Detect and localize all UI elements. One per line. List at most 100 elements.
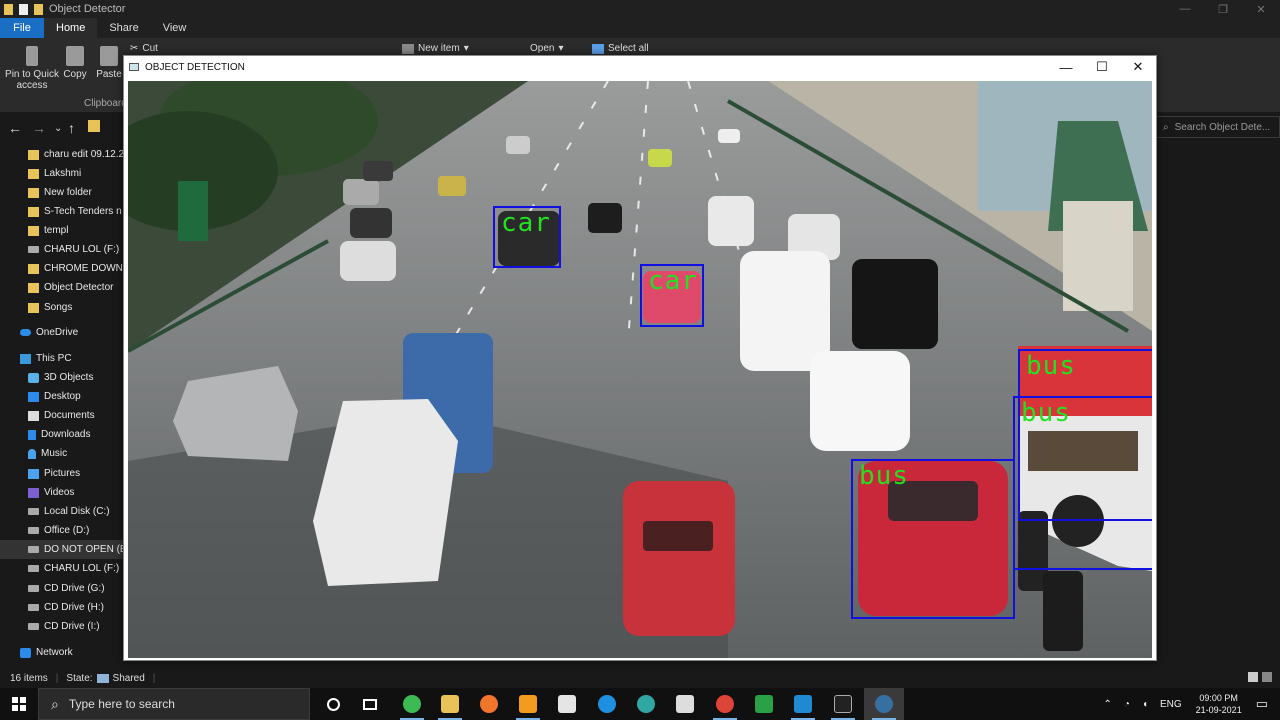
folder-icon bbox=[4, 3, 13, 15]
system-tray: ⌃ ◔ ◖ ENG 09:00 PM 21-09-2021 ▭ bbox=[1098, 688, 1280, 720]
tab-view[interactable]: View bbox=[151, 18, 199, 38]
nav-item[interactable]: Object Detector bbox=[0, 278, 124, 297]
view-toggle[interactable] bbox=[1248, 672, 1272, 682]
internet-explorer-icon[interactable] bbox=[587, 688, 627, 720]
this-pc-icon bbox=[20, 353, 31, 364]
cd-drive-icon bbox=[28, 623, 39, 630]
python-icon[interactable] bbox=[864, 688, 904, 720]
google-meet-icon[interactable] bbox=[744, 688, 784, 720]
new-folder-icon[interactable] bbox=[34, 3, 43, 15]
nav-item-label: DO NOT OPEN (E:) bbox=[44, 544, 124, 555]
folder-icon bbox=[28, 263, 39, 274]
nav-item[interactable]: Downloads bbox=[0, 425, 124, 444]
nav-item[interactable]: Documents bbox=[0, 406, 124, 425]
video-editor-icon[interactable] bbox=[665, 688, 705, 720]
details-view-icon[interactable] bbox=[1248, 672, 1258, 682]
microsoft-store-icon[interactable] bbox=[547, 688, 587, 720]
chrome-profile-icon[interactable] bbox=[705, 688, 745, 720]
forward-arrow-icon[interactable]: → bbox=[32, 120, 46, 136]
nav-item[interactable]: New folder bbox=[0, 183, 124, 202]
clock-time: 09:00 PM bbox=[1199, 693, 1238, 703]
chevron-up-icon[interactable]: ⌃ bbox=[1104, 699, 1112, 710]
properties-icon[interactable] bbox=[19, 3, 28, 15]
nav-item[interactable]: Videos bbox=[0, 483, 124, 502]
nav-item[interactable]: Local Disk (C:) bbox=[0, 502, 124, 521]
close-button[interactable]: ✕ bbox=[1242, 0, 1280, 18]
nav-item-label: CD Drive (H:) bbox=[44, 602, 104, 613]
detection-label: bus bbox=[1021, 398, 1071, 428]
nav-item[interactable]: CD Drive (I:) bbox=[0, 617, 124, 636]
back-arrow-icon[interactable]: ← bbox=[8, 120, 22, 136]
nav-item[interactable]: Music bbox=[0, 444, 124, 463]
task-view-icon[interactable] bbox=[350, 688, 390, 720]
maximize-button[interactable]: ☐ bbox=[1084, 56, 1120, 78]
tab-share[interactable]: Share bbox=[97, 18, 150, 38]
notification-icon[interactable]: ▭ bbox=[1256, 696, 1268, 712]
terminal-icon[interactable] bbox=[823, 688, 863, 720]
cortana-icon[interactable] bbox=[313, 688, 353, 720]
nav-item[interactable]: Songs bbox=[0, 298, 124, 317]
video-frame: car car bus bus bus bbox=[128, 81, 1152, 658]
maximize-button[interactable]: ❐ bbox=[1204, 0, 1242, 18]
object-detection-window: OBJECT DETECTION — ☐ ✕ car car bus bus b… bbox=[123, 55, 1157, 661]
nav-item-label: Lakshmi bbox=[44, 168, 82, 179]
nav-item[interactable]: 3D Objects bbox=[0, 368, 124, 387]
minimize-button[interactable]: — bbox=[1166, 0, 1204, 18]
tab-home[interactable]: Home bbox=[44, 18, 98, 38]
up-arrow-icon[interactable]: ↑ bbox=[68, 120, 75, 136]
window-app-icon bbox=[129, 63, 139, 71]
chrome-icon[interactable] bbox=[392, 688, 432, 720]
close-button[interactable]: ✕ bbox=[1120, 56, 1156, 78]
select-all-label: Select all bbox=[608, 43, 649, 54]
nav-item[interactable]: Desktop bbox=[0, 387, 124, 406]
nav-item[interactable]: Office (D:) bbox=[0, 521, 124, 540]
language-indicator[interactable]: ENG bbox=[1160, 699, 1182, 710]
drive-icon bbox=[28, 246, 39, 253]
cut-button[interactable]: ✂ Cut bbox=[130, 43, 158, 54]
large-icons-view-icon[interactable] bbox=[1262, 672, 1272, 682]
nav-item[interactable]: DO NOT OPEN (E:) bbox=[0, 540, 124, 559]
pin-to-quick-access-button[interactable]: Pin to Quick access bbox=[4, 46, 60, 91]
new-item-button[interactable]: New item ▾ bbox=[402, 43, 469, 54]
nav-item[interactable]: OneDrive bbox=[0, 323, 124, 342]
clock[interactable]: 09:00 PM 21-09-2021 bbox=[1196, 692, 1242, 716]
file-explorer-icon[interactable] bbox=[430, 688, 470, 720]
search-input[interactable]: ⌕ Search Object Dete... bbox=[1156, 116, 1280, 138]
nav-item[interactable]: CHARU LOL (F:) bbox=[0, 559, 124, 578]
start-button[interactable] bbox=[0, 688, 38, 720]
sublime-text-icon[interactable] bbox=[508, 688, 548, 720]
nav-item[interactable]: Lakshmi bbox=[0, 164, 124, 183]
nav-item[interactable]: Network bbox=[0, 643, 124, 662]
3d-objects-icon bbox=[28, 372, 39, 383]
tab-file[interactable]: File bbox=[0, 18, 44, 38]
downloads-icon bbox=[28, 429, 36, 440]
quick-access-toolbar[interactable] bbox=[0, 3, 43, 15]
new-item-icon bbox=[402, 43, 414, 54]
wifi-icon[interactable]: ◔ bbox=[1124, 699, 1130, 710]
open-label: Open bbox=[530, 43, 555, 54]
nav-item-label: CD Drive (G:) bbox=[44, 583, 105, 594]
taskbar-search-input[interactable]: ⌕ Type here to search bbox=[38, 688, 310, 720]
nav-item[interactable]: charu edit 09.12.2021 bbox=[0, 145, 124, 164]
status-bar: 16 items | State: Shared | bbox=[0, 668, 1280, 688]
nav-item[interactable]: S-Tech Tenders n stuff bbox=[0, 202, 124, 221]
nav-item[interactable]: CD Drive (H:) bbox=[0, 598, 124, 617]
paste-button[interactable]: Paste bbox=[96, 46, 122, 80]
nav-item[interactable]: This PC bbox=[0, 349, 124, 368]
open-button[interactable]: Open ▾ bbox=[530, 43, 564, 54]
pictures-icon bbox=[28, 468, 39, 479]
nav-item[interactable]: templ bbox=[0, 221, 124, 240]
copy-button[interactable]: Copy bbox=[62, 46, 88, 80]
nav-item[interactable]: CHROME DOWNLOADS bbox=[0, 259, 124, 278]
recent-locations-chevron-icon[interactable]: ⌄ bbox=[54, 123, 62, 134]
minimize-button[interactable]: — bbox=[1048, 56, 1084, 78]
drive-icon bbox=[28, 508, 39, 515]
vscode-icon[interactable] bbox=[783, 688, 823, 720]
firefox-icon[interactable] bbox=[469, 688, 509, 720]
edge-icon[interactable] bbox=[626, 688, 666, 720]
nav-item[interactable]: CHARU LOL (F:) bbox=[0, 240, 124, 259]
volume-icon[interactable]: ◖ bbox=[1142, 699, 1148, 710]
nav-item[interactable]: Pictures bbox=[0, 464, 124, 483]
select-all-button[interactable]: Select all bbox=[592, 43, 649, 54]
nav-item[interactable]: CD Drive (G:) bbox=[0, 579, 124, 598]
